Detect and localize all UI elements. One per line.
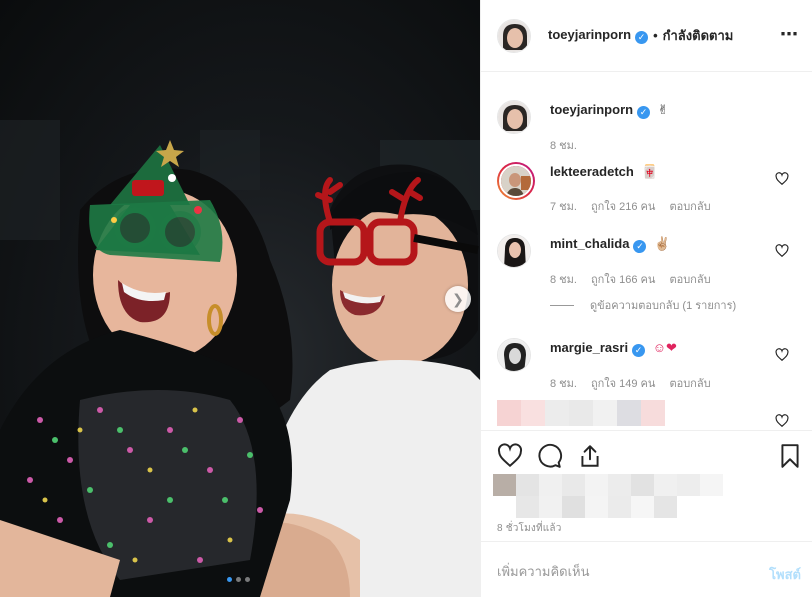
- comment-avatar[interactable]: [497, 162, 535, 200]
- comment-text: ☺❤: [652, 340, 677, 355]
- following-button[interactable]: กำลังติดตาม: [663, 25, 734, 46]
- view-replies-button[interactable]: ดูข้อความตอบกลับ (1 รายการ): [550, 296, 736, 314]
- comments-list: toeyjarinporn ✓ ✌ 8 ชม. lekteeradetch 🀄 …: [481, 72, 812, 430]
- comment-likes[interactable]: ถูกใจ 166 คน: [591, 270, 655, 288]
- author-username-text[interactable]: toeyjarinporn: [548, 27, 631, 42]
- comment-text: 🀄: [641, 164, 658, 179]
- comment-body: mint_chalida ✓ ✌🏼 8 ชม. ถูกใจ 166 คน ตอบก…: [550, 236, 780, 288]
- blurred-comment: [497, 400, 665, 426]
- carousel-dot: [227, 577, 232, 582]
- comment-bubble-icon[interactable]: [537, 443, 563, 469]
- reply-button[interactable]: ตอบกลับ: [669, 270, 710, 288]
- post-sidebar: toeyjarinporn ✓ • กำลังติดตาม ⋯ toeyjarin…: [480, 0, 812, 597]
- verified-badge-icon: ✓: [632, 344, 646, 357]
- carousel-dot: [236, 577, 241, 582]
- author-username[interactable]: toeyjarinporn ✓: [548, 27, 649, 44]
- carousel-dot: [245, 577, 250, 582]
- heart-icon[interactable]: [775, 348, 789, 362]
- verified-badge-icon: ✓: [635, 31, 649, 44]
- comment-username[interactable]: mint_chalida: [550, 236, 629, 251]
- comment-likes[interactable]: ถูกใจ 149 คน: [591, 374, 655, 392]
- add-comment-bar: โพสต์: [481, 541, 812, 597]
- comment-time[interactable]: 8 ชม.: [550, 374, 577, 392]
- chevron-right-icon: ❯: [452, 290, 464, 307]
- heart-icon[interactable]: [775, 414, 789, 428]
- post-timestamp[interactable]: 8 ชั่วโมงที่แล้ว: [497, 521, 562, 536]
- photo-image: [0, 120, 480, 597]
- reply-button[interactable]: ตอบกลับ: [669, 197, 710, 215]
- caption-text: ✌: [657, 102, 669, 117]
- comment-meta: 7 ชม. ถูกใจ 216 คน ตอบกลับ: [550, 197, 780, 215]
- verified-badge-icon: ✓: [633, 240, 647, 253]
- heart-icon[interactable]: [775, 244, 789, 258]
- comment-time[interactable]: 8 ชม.: [550, 270, 577, 288]
- heart-icon[interactable]: [775, 172, 789, 186]
- post-photo[interactable]: ❯: [0, 0, 480, 597]
- blurred-likes: [493, 474, 733, 518]
- bookmark-icon[interactable]: [777, 443, 803, 469]
- caption-meta: 8 ชม.: [550, 136, 780, 154]
- verified-badge-icon: ✓: [637, 106, 651, 119]
- view-replies-label[interactable]: ดูข้อความตอบกลับ (1 รายการ): [590, 296, 736, 314]
- carousel-indicator: [227, 577, 250, 582]
- share-icon[interactable]: [577, 443, 603, 469]
- comment-avatar[interactable]: [497, 234, 531, 268]
- view-replies-line: [550, 304, 574, 306]
- caption-username[interactable]: toeyjarinporn: [550, 102, 633, 117]
- comment-text: ✌🏼: [654, 236, 671, 251]
- comment-meta: 8 ชม. ถูกใจ 166 คน ตอบกลับ: [550, 270, 780, 288]
- more-dots-icon[interactable]: ⋯: [780, 24, 799, 45]
- author-avatar[interactable]: [497, 18, 531, 53]
- caption-avatar[interactable]: [497, 100, 531, 134]
- comment-body: lekteeradetch 🀄 7 ชม. ถูกใจ 216 คน ตอบกล…: [550, 164, 780, 215]
- comment-username[interactable]: lekteeradetch: [550, 164, 634, 179]
- caption-body: toeyjarinporn ✓ ✌ 8 ชม.: [550, 102, 780, 154]
- comment-meta: 8 ชม. ถูกใจ 149 คน ตอบกลับ: [550, 374, 780, 392]
- comment-avatar[interactable]: [497, 338, 531, 372]
- post-comment-button[interactable]: โพสต์: [769, 564, 801, 585]
- comment-input[interactable]: [497, 560, 737, 582]
- next-photo-button[interactable]: ❯: [445, 286, 471, 312]
- separator-dot: •: [653, 28, 658, 43]
- comment-body: margie_rasri ✓ ☺❤ 8 ชม. ถูกใจ 149 คน ตอบก…: [550, 340, 780, 392]
- comment-likes[interactable]: ถูกใจ 216 คน: [591, 197, 655, 215]
- comment-time[interactable]: 7 ชม.: [550, 197, 577, 215]
- heart-icon[interactable]: [497, 443, 523, 469]
- caption-time[interactable]: 8 ชม.: [550, 136, 577, 154]
- comment-username[interactable]: margie_rasri: [550, 340, 628, 355]
- action-bar: [481, 430, 812, 480]
- reply-button[interactable]: ตอบกลับ: [669, 374, 710, 392]
- post-header: toeyjarinporn ✓ • กำลังติดตาม ⋯: [481, 0, 812, 72]
